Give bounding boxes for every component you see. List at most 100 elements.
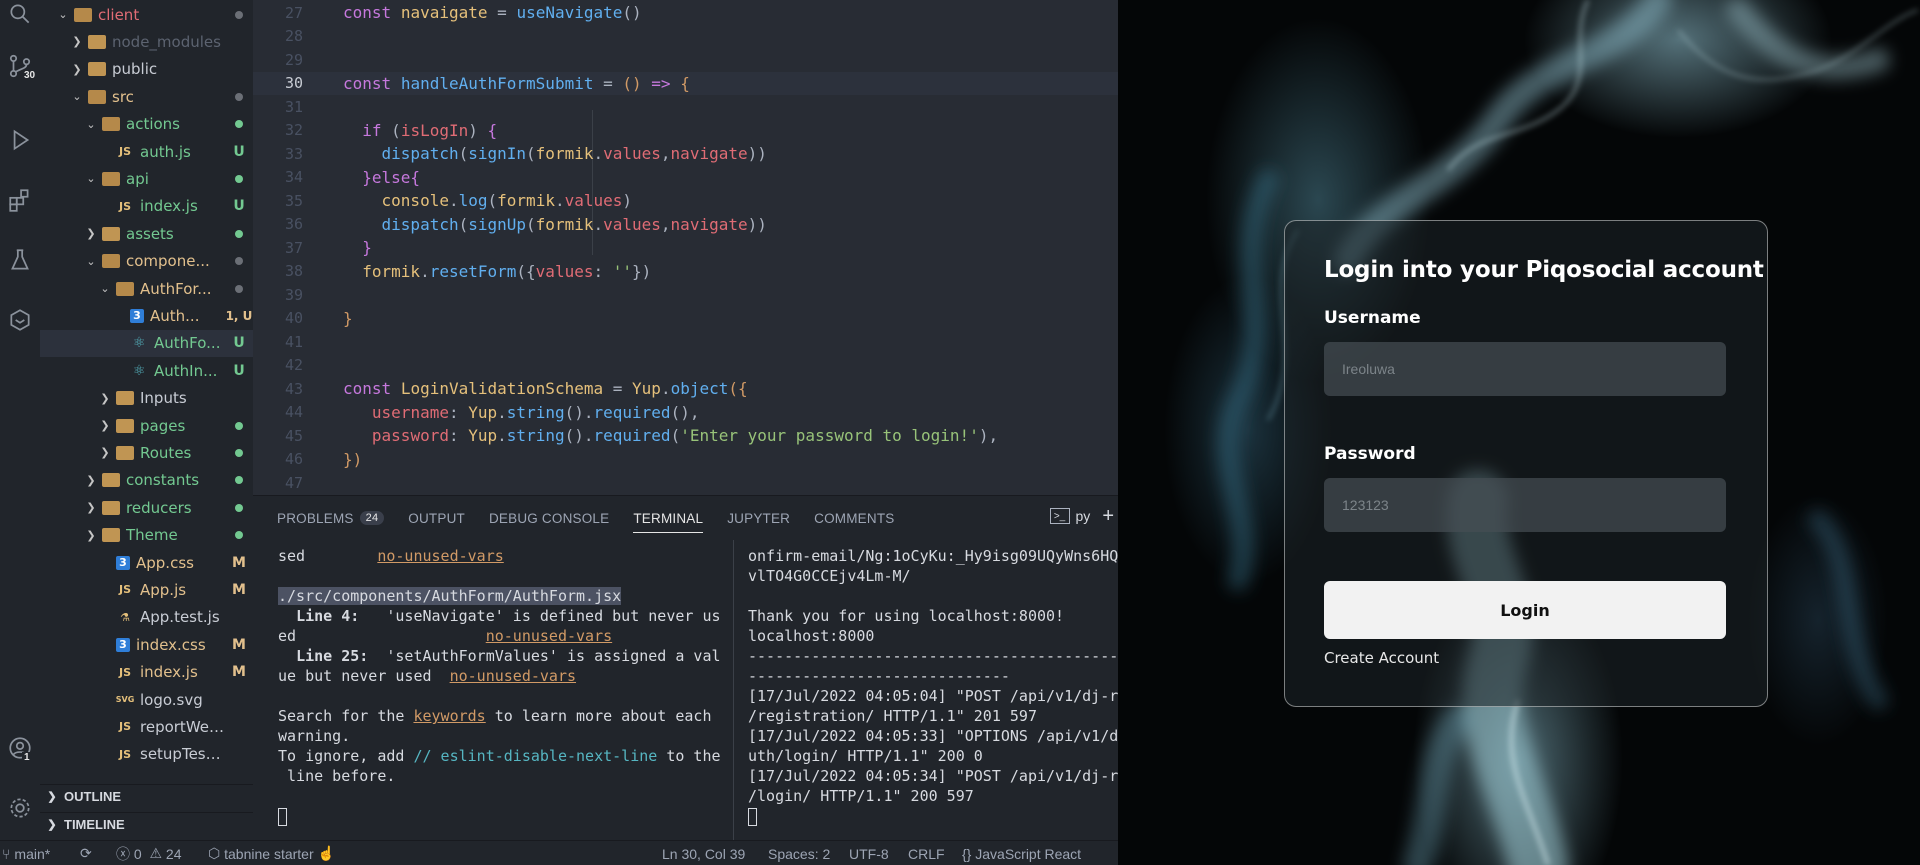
- tree-item[interactable]: ❯ public: [40, 56, 253, 83]
- tree-item[interactable]: JS setupTests.js: [40, 741, 253, 768]
- braces-icon: {}: [962, 845, 972, 862]
- code-line: 44 username: Yup.string().required(),: [284, 402, 700, 422]
- source-control-icon[interactable]: 30: [0, 46, 40, 86]
- tab-comments[interactable]: COMMENTS: [814, 496, 894, 540]
- outline-section[interactable]: ❯ OUTLINE: [40, 784, 253, 808]
- folder-icon: [74, 7, 92, 22]
- tree-item[interactable]: ❯ Routes: [40, 439, 253, 466]
- code-line: 29: [284, 50, 303, 69]
- tab-terminal[interactable]: TERMINAL: [633, 496, 704, 540]
- tree-item[interactable]: JS auth.js U: [40, 138, 253, 165]
- password-input[interactable]: [1324, 478, 1726, 532]
- encoding-status[interactable]: UTF-8: [849, 841, 889, 865]
- tree-item[interactable]: JS index.js M: [40, 659, 253, 686]
- tree-item[interactable]: ⌄ api: [40, 165, 253, 192]
- status-bar: ⑂ main* ⟳ ⓧ 0 ⚠ 24 ⬡ tabnine starter ☝ Ln…: [0, 840, 1118, 865]
- tab-problems[interactable]: PROBLEMS 24: [277, 496, 385, 540]
- testing-icon[interactable]: [0, 240, 40, 280]
- tree-item[interactable]: ❯ pages: [40, 412, 253, 439]
- tabnine-status[interactable]: ⬡ tabnine starter ☝: [208, 841, 335, 865]
- css-file-icon: 3: [116, 555, 130, 570]
- git-status-badge: M: [232, 554, 246, 571]
- css-file-icon: 3: [130, 308, 144, 323]
- tree-item[interactable]: ⌄ compone...: [40, 248, 253, 275]
- tree-item-label: reportWebVital...: [140, 717, 225, 736]
- code-line: 33 dispatch(signIn(formik.values,navigat…: [284, 144, 767, 164]
- code-editor[interactable]: 27 const navaigate = useNavigate() 28 29 …: [253, 0, 1118, 495]
- chevron-icon: ❯: [72, 62, 82, 76]
- remote-icon[interactable]: [0, 300, 40, 340]
- tree-item-label: App.test.js: [140, 608, 220, 627]
- tree-item[interactable]: ⚗ App.test.js: [40, 604, 253, 631]
- chevron-icon: ⌄: [86, 117, 96, 131]
- git-status-badge: M: [232, 581, 246, 598]
- tree-item[interactable]: ❯ Theme: [40, 522, 253, 549]
- terminal-icon[interactable]: >_: [1049, 508, 1070, 524]
- tree-item[interactable]: JS reportWebVital...: [40, 713, 253, 740]
- tree-item[interactable]: 3 Auth... 1, U: [40, 302, 253, 329]
- sync-icon[interactable]: ⟳: [80, 841, 92, 865]
- new-terminal-plus-icon[interactable]: +: [1102, 506, 1114, 526]
- code-line: 27 const navaigate = useNavigate(): [284, 3, 642, 23]
- folder-icon: [116, 418, 134, 433]
- chevron-icon: ❯: [100, 391, 110, 405]
- chevron-icon: ❯: [86, 227, 96, 241]
- tree-item[interactable]: SVG logo.svg: [40, 686, 253, 713]
- tree-item[interactable]: 3 index.css M: [40, 631, 253, 658]
- tree-item[interactable]: ⚛ AuthIn... U: [40, 357, 253, 384]
- run-debug-icon[interactable]: [0, 120, 40, 160]
- tree-item-label: App.js: [140, 580, 187, 599]
- tree-item[interactable]: ❯ Inputs: [40, 385, 253, 412]
- tab-output[interactable]: OUTPUT: [408, 496, 465, 540]
- create-account-link[interactable]: Create Account: [1324, 649, 1439, 667]
- eol-status[interactable]: CRLF: [908, 841, 945, 865]
- indentation-status[interactable]: Spaces: 2: [768, 841, 830, 865]
- search-icon[interactable]: [0, 0, 40, 34]
- folder-icon: [88, 34, 106, 49]
- git-status-dot: [225, 418, 253, 434]
- git-status-dot: [225, 7, 253, 23]
- folder-icon: [116, 391, 134, 406]
- language-mode[interactable]: {} JavaScript React: [962, 841, 1081, 865]
- settings-gear-icon[interactable]: [0, 788, 40, 828]
- terminal-left-output[interactable]: sed no-unused-vars ./src/components/Auth…: [278, 546, 728, 826]
- tab-jupyter[interactable]: JUPYTER: [727, 496, 790, 540]
- account-icon[interactable]: 1: [0, 728, 40, 768]
- login-button[interactable]: Login: [1324, 581, 1726, 639]
- cursor-position[interactable]: Ln 30, Col 39: [662, 841, 745, 865]
- chevron-icon: ⌄: [86, 254, 96, 268]
- terminal-right-output[interactable]: onfirm-email/Ng:1oCyKu:_Hy9isg09UQyWns6H…: [748, 546, 1118, 826]
- git-status-dot: [225, 226, 253, 242]
- tree-item[interactable]: ⌄ AuthFor...: [40, 275, 253, 302]
- terminal-name[interactable]: py: [1076, 508, 1091, 524]
- tree-item-label: assets: [126, 224, 174, 243]
- problems-indicator[interactable]: ⓧ 0 ⚠ 24: [116, 841, 182, 865]
- tab-debug-console[interactable]: DEBUG CONSOLE: [489, 496, 609, 540]
- folder-icon: [102, 528, 120, 543]
- login-title: Login into your Piqosocial account: [1324, 257, 1764, 283]
- tree-item[interactable]: ⌄ client: [40, 1, 253, 28]
- tree-item[interactable]: JS index.js U: [40, 193, 253, 220]
- javascript-file-icon: JS: [118, 145, 131, 158]
- timeline-section[interactable]: ❯ TIMELINE: [40, 812, 253, 836]
- chevron-icon: ❯: [72, 35, 82, 49]
- tree-item[interactable]: ❯ constants: [40, 467, 253, 494]
- tree-item[interactable]: ❯ node_modules: [40, 28, 253, 55]
- tree-item[interactable]: ❯ reducers: [40, 494, 253, 521]
- tree-item[interactable]: JS App.js M: [40, 576, 253, 603]
- code-line: 37 }: [284, 238, 372, 258]
- extensions-icon[interactable]: [0, 180, 40, 220]
- hand-pointer-icon: ☝: [317, 845, 335, 861]
- tree-item[interactable]: 3 App.css M: [40, 549, 253, 576]
- tree-item[interactable]: ⚛ AuthFo... U: [40, 329, 253, 357]
- tree-item[interactable]: ⌄ src: [40, 83, 253, 110]
- code-line: 39: [284, 285, 303, 304]
- tree-item[interactable]: ⌄ actions: [40, 111, 253, 138]
- branch-indicator[interactable]: ⑂ main*: [2, 841, 50, 865]
- terminal-split-divider[interactable]: [733, 540, 734, 840]
- tree-item-label: actions: [126, 115, 180, 134]
- timeline-label: TIMELINE: [64, 817, 125, 832]
- username-input[interactable]: [1324, 342, 1726, 396]
- tree-item[interactable]: ❯ assets: [40, 220, 253, 247]
- javascript-file-icon: JS: [118, 747, 131, 761]
